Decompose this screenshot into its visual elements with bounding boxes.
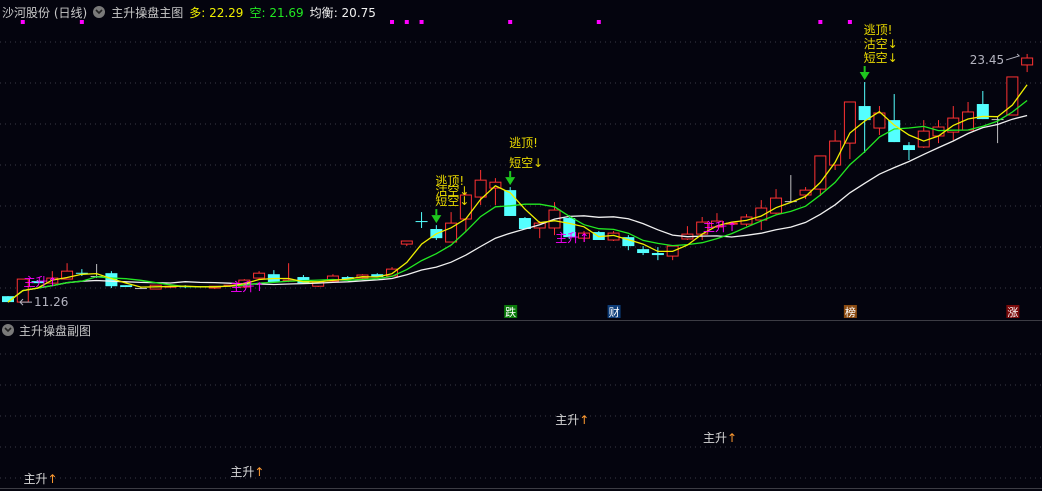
main-chart-header: 沙河股份 (日线) 主升操盘主图 多: 22.29 空: 21.69 均衡: 2… [2, 4, 376, 20]
candle [755, 200, 768, 231]
event-badge[interactable]: 财 [607, 305, 621, 319]
sell-signal-text: 短空↓ [435, 194, 469, 208]
top-marker [390, 20, 395, 24]
candle [267, 270, 280, 283]
sell-signal-text: 逃顶! [864, 23, 893, 37]
candle [637, 246, 650, 256]
candle [858, 82, 871, 153]
candle [90, 264, 103, 279]
ma-mid-readout: 空: 21.69 [249, 5, 304, 20]
event-badge[interactable]: 跌 [504, 305, 518, 319]
top-marker [79, 20, 84, 24]
main-rise-signal: 主升↑ [555, 231, 589, 245]
candle [932, 120, 945, 144]
sell-arrow-icon [859, 72, 870, 81]
candle [902, 142, 915, 160]
candle [400, 240, 413, 247]
candle-body [1021, 57, 1034, 66]
candle [888, 94, 901, 143]
ma-slow-readout: 均衡: 20.75 [309, 5, 376, 20]
candle-body [400, 240, 413, 245]
candle [976, 90, 989, 120]
top-marker [419, 20, 424, 24]
candle-body [504, 190, 517, 216]
candle [962, 101, 975, 131]
candle [622, 235, 635, 251]
candle-body [932, 126, 945, 137]
candle [592, 231, 605, 240]
candle-body [415, 221, 428, 223]
candle-body [770, 197, 783, 214]
event-badge-text: 财 [609, 305, 620, 319]
top-marker [847, 20, 852, 24]
sell-signal-text: 逃顶! [509, 136, 538, 150]
candle [681, 226, 694, 240]
candle [814, 155, 827, 197]
event-badge[interactable]: 榜 [843, 305, 857, 319]
candle-body [902, 145, 915, 151]
sell-arrow-icon [431, 215, 442, 224]
stock-title[interactable]: 沙河股份 (日线) [2, 4, 87, 21]
candle-body [253, 272, 266, 279]
candle [120, 285, 133, 288]
sub-rise-signal: 主升↑ [703, 431, 737, 445]
sub-rise-signal: 主升↑ [24, 472, 58, 486]
low-price-label: 11.26 [34, 295, 68, 309]
candle [873, 106, 886, 135]
sell-signal-text: 沽空↓ [864, 37, 898, 51]
top-marker [596, 20, 601, 24]
candle-body [474, 179, 487, 198]
candle-body [637, 249, 650, 254]
candle [784, 175, 797, 203]
sub-rise-signal: 主升↑ [230, 465, 264, 479]
candle-body [651, 253, 664, 256]
sell-signal-text: 短空↓ [509, 156, 543, 170]
indicator-name[interactable]: 主升操盘主图 [111, 4, 183, 21]
main-rise-signal: 主升↑ [703, 220, 737, 234]
sub-chart-header: 主升操盘副图 [2, 322, 91, 338]
chevron-down-icon[interactable] [93, 6, 106, 18]
candle [489, 178, 502, 205]
candle-body [134, 288, 147, 290]
main-rise-signal: 主升↑ [24, 275, 58, 289]
high-price-arrow [1005, 53, 1021, 61]
chevron-down-icon[interactable] [2, 324, 14, 336]
event-badge-text: 涨 [1007, 306, 1018, 319]
top-marker [818, 20, 823, 24]
event-badge[interactable]: 涨 [1006, 305, 1020, 319]
sell-signal-text: 短空↓ [864, 51, 898, 65]
candle-body [814, 155, 827, 190]
event-badge-text: 榜 [845, 305, 856, 319]
candle [415, 212, 428, 228]
top-marker [404, 20, 409, 24]
candle [1021, 53, 1034, 73]
candlestick-chart[interactable]: 23.4511.26主升↑ 主升↑主升↑主升↑逃顶!沽空↓短空↓逃顶!短空↓逃顶!… [0, 0, 1042, 491]
candle [666, 245, 679, 261]
candle [253, 271, 266, 280]
sub-rise-signal: 主升↑ [555, 413, 589, 427]
event-badge-text: 跌 [505, 305, 516, 319]
sell-arrow-icon [505, 177, 516, 186]
high-price-label: 23.45 [970, 53, 1004, 67]
candle [829, 130, 842, 170]
ma-fast-readout: 多: 22.29 [189, 5, 244, 20]
top-marker [508, 20, 513, 24]
candle-body [120, 285, 133, 288]
main-rise-signal: 主升↑ [230, 280, 264, 294]
sub-indicator-name[interactable]: 主升操盘副图 [19, 322, 91, 339]
top-marker [20, 20, 25, 24]
candle [917, 120, 930, 148]
candle-body [843, 101, 856, 144]
